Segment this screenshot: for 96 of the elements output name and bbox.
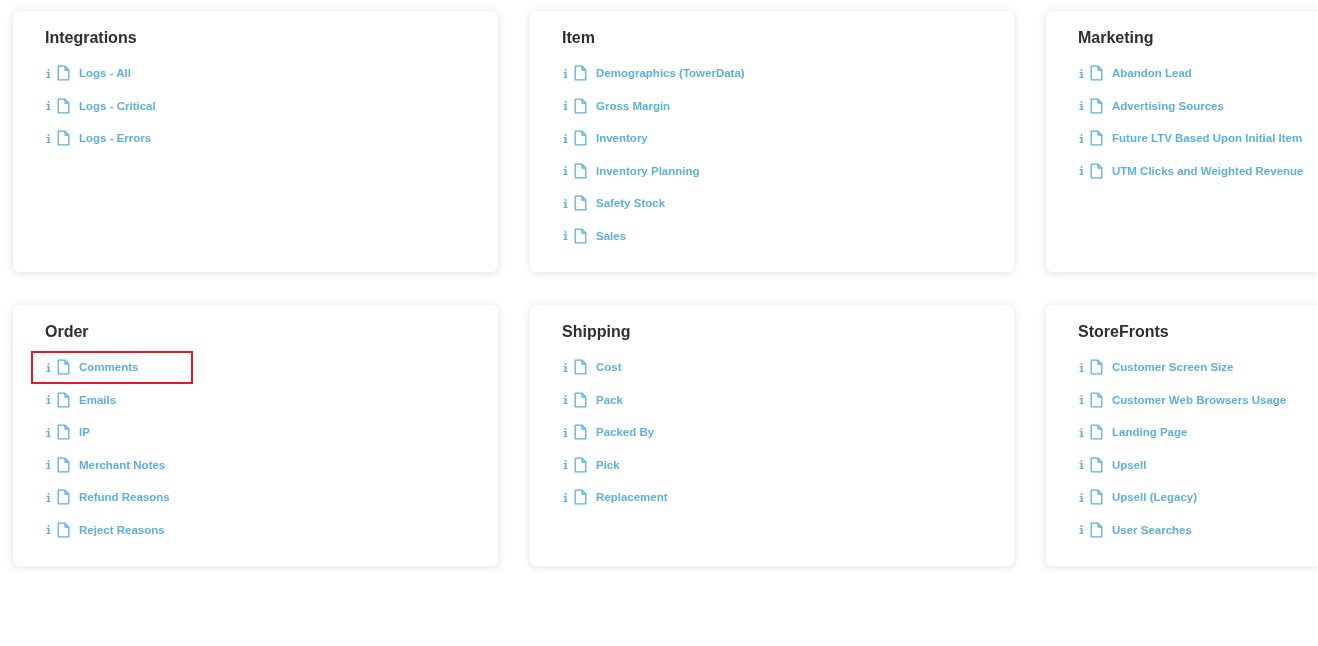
report-link[interactable]: Gross Margin bbox=[596, 98, 671, 113]
document-icon bbox=[57, 359, 70, 376]
info-icon[interactable] bbox=[46, 133, 51, 143]
report-link[interactable]: Customer Screen Size bbox=[1112, 360, 1234, 375]
report-link[interactable]: User Searches bbox=[1112, 522, 1192, 537]
document-icon bbox=[57, 130, 70, 147]
document-icon bbox=[57, 489, 70, 506]
document-icon bbox=[574, 424, 587, 441]
report-link[interactable]: Customer Web Browsers Usage bbox=[1112, 392, 1287, 407]
report-link[interactable]: Sales bbox=[596, 228, 627, 243]
info-icon[interactable] bbox=[1079, 395, 1084, 405]
report-link[interactable]: Advertising Sources bbox=[1112, 98, 1224, 113]
document-icon bbox=[57, 391, 70, 408]
info-icon[interactable] bbox=[1079, 427, 1084, 437]
info-icon[interactable] bbox=[563, 492, 568, 502]
report-link[interactable]: Merchant Notes bbox=[79, 457, 166, 472]
report-link[interactable]: Upsell bbox=[1112, 457, 1147, 472]
document-icon bbox=[57, 424, 70, 441]
report-link[interactable]: Abandon Lead bbox=[1112, 66, 1192, 81]
document-icon bbox=[57, 65, 70, 82]
card-title: Integrations bbox=[45, 28, 137, 48]
report-link[interactable]: Inventory bbox=[596, 131, 648, 146]
document-icon bbox=[1090, 359, 1103, 376]
info-icon[interactable] bbox=[563, 395, 568, 405]
document-icon bbox=[574, 391, 587, 408]
info-icon[interactable] bbox=[563, 101, 568, 111]
info-icon[interactable] bbox=[46, 395, 51, 405]
info-icon[interactable] bbox=[563, 198, 568, 208]
report-link[interactable]: Landing Page bbox=[1112, 425, 1188, 440]
card-title: Item bbox=[562, 28, 595, 48]
info-icon[interactable] bbox=[563, 362, 568, 372]
info-icon[interactable] bbox=[46, 525, 51, 535]
report-link[interactable]: Demographics (TowerData) bbox=[596, 66, 745, 81]
document-icon bbox=[574, 489, 587, 506]
info-icon[interactable] bbox=[1079, 166, 1084, 176]
report-link[interactable]: Comments bbox=[79, 360, 139, 375]
document-icon bbox=[57, 521, 70, 538]
document-icon bbox=[57, 97, 70, 114]
info-icon[interactable] bbox=[46, 492, 51, 502]
report-link[interactable]: UTM Clicks and Weighted Revenue bbox=[1112, 163, 1304, 178]
document-icon bbox=[574, 456, 587, 473]
report-link[interactable]: Safety Stock bbox=[596, 196, 666, 211]
info-icon[interactable] bbox=[1079, 492, 1084, 502]
info-icon[interactable] bbox=[563, 460, 568, 470]
document-icon bbox=[1090, 489, 1103, 506]
info-icon[interactable] bbox=[46, 460, 51, 470]
report-link[interactable]: Upsell (Legacy) bbox=[1112, 490, 1197, 505]
card-title: StoreFronts bbox=[1078, 322, 1169, 342]
document-icon bbox=[574, 65, 587, 82]
info-icon[interactable] bbox=[1079, 133, 1084, 143]
card-title: Shipping bbox=[562, 322, 631, 342]
info-icon[interactable] bbox=[1079, 460, 1084, 470]
report-link[interactable]: Inventory Planning bbox=[596, 163, 700, 178]
info-icon[interactable] bbox=[46, 101, 51, 111]
document-icon bbox=[574, 130, 587, 147]
document-icon bbox=[574, 97, 587, 114]
report-link[interactable]: Pack bbox=[596, 392, 623, 407]
card-title: Order bbox=[45, 322, 89, 342]
document-icon bbox=[1090, 130, 1103, 147]
info-icon[interactable] bbox=[1079, 68, 1084, 78]
document-icon bbox=[1090, 456, 1103, 473]
report-link[interactable]: Refund Reasons bbox=[79, 490, 170, 505]
document-icon bbox=[574, 359, 587, 376]
report-link[interactable]: Pick bbox=[596, 457, 620, 472]
report-link[interactable]: Cost bbox=[596, 360, 622, 375]
info-icon[interactable] bbox=[563, 68, 568, 78]
card-title: Marketing bbox=[1078, 28, 1154, 48]
report-link[interactable]: Reject Reasons bbox=[79, 522, 165, 537]
report-link[interactable]: Logs - All bbox=[79, 66, 131, 81]
document-icon bbox=[574, 227, 587, 244]
report-link[interactable]: Replacement bbox=[596, 490, 668, 505]
report-link[interactable]: Logs - Errors bbox=[79, 131, 152, 146]
info-icon[interactable] bbox=[563, 427, 568, 437]
document-icon bbox=[1090, 162, 1103, 179]
document-icon bbox=[1090, 97, 1103, 114]
document-icon bbox=[1090, 424, 1103, 441]
info-icon[interactable] bbox=[563, 231, 568, 241]
document-icon bbox=[1090, 391, 1103, 408]
report-link[interactable]: Emails bbox=[79, 392, 117, 407]
document-icon bbox=[574, 162, 587, 179]
document-icon bbox=[57, 456, 70, 473]
info-icon[interactable] bbox=[1079, 525, 1084, 535]
info-icon[interactable] bbox=[1079, 362, 1084, 372]
document-icon bbox=[1090, 521, 1103, 538]
document-icon bbox=[1090, 65, 1103, 82]
report-link[interactable]: Packed By bbox=[596, 425, 655, 440]
report-link[interactable]: Future LTV Based Upon Initial Item bbox=[1112, 131, 1303, 146]
info-icon[interactable] bbox=[46, 362, 51, 372]
report-link[interactable]: IP bbox=[79, 425, 90, 440]
info-icon[interactable] bbox=[563, 133, 568, 143]
document-icon bbox=[574, 195, 587, 212]
report-link[interactable]: Logs - Critical bbox=[79, 98, 156, 113]
info-icon[interactable] bbox=[563, 166, 568, 176]
info-icon[interactable] bbox=[46, 68, 51, 78]
info-icon[interactable] bbox=[1079, 101, 1084, 111]
info-icon[interactable] bbox=[46, 427, 51, 437]
